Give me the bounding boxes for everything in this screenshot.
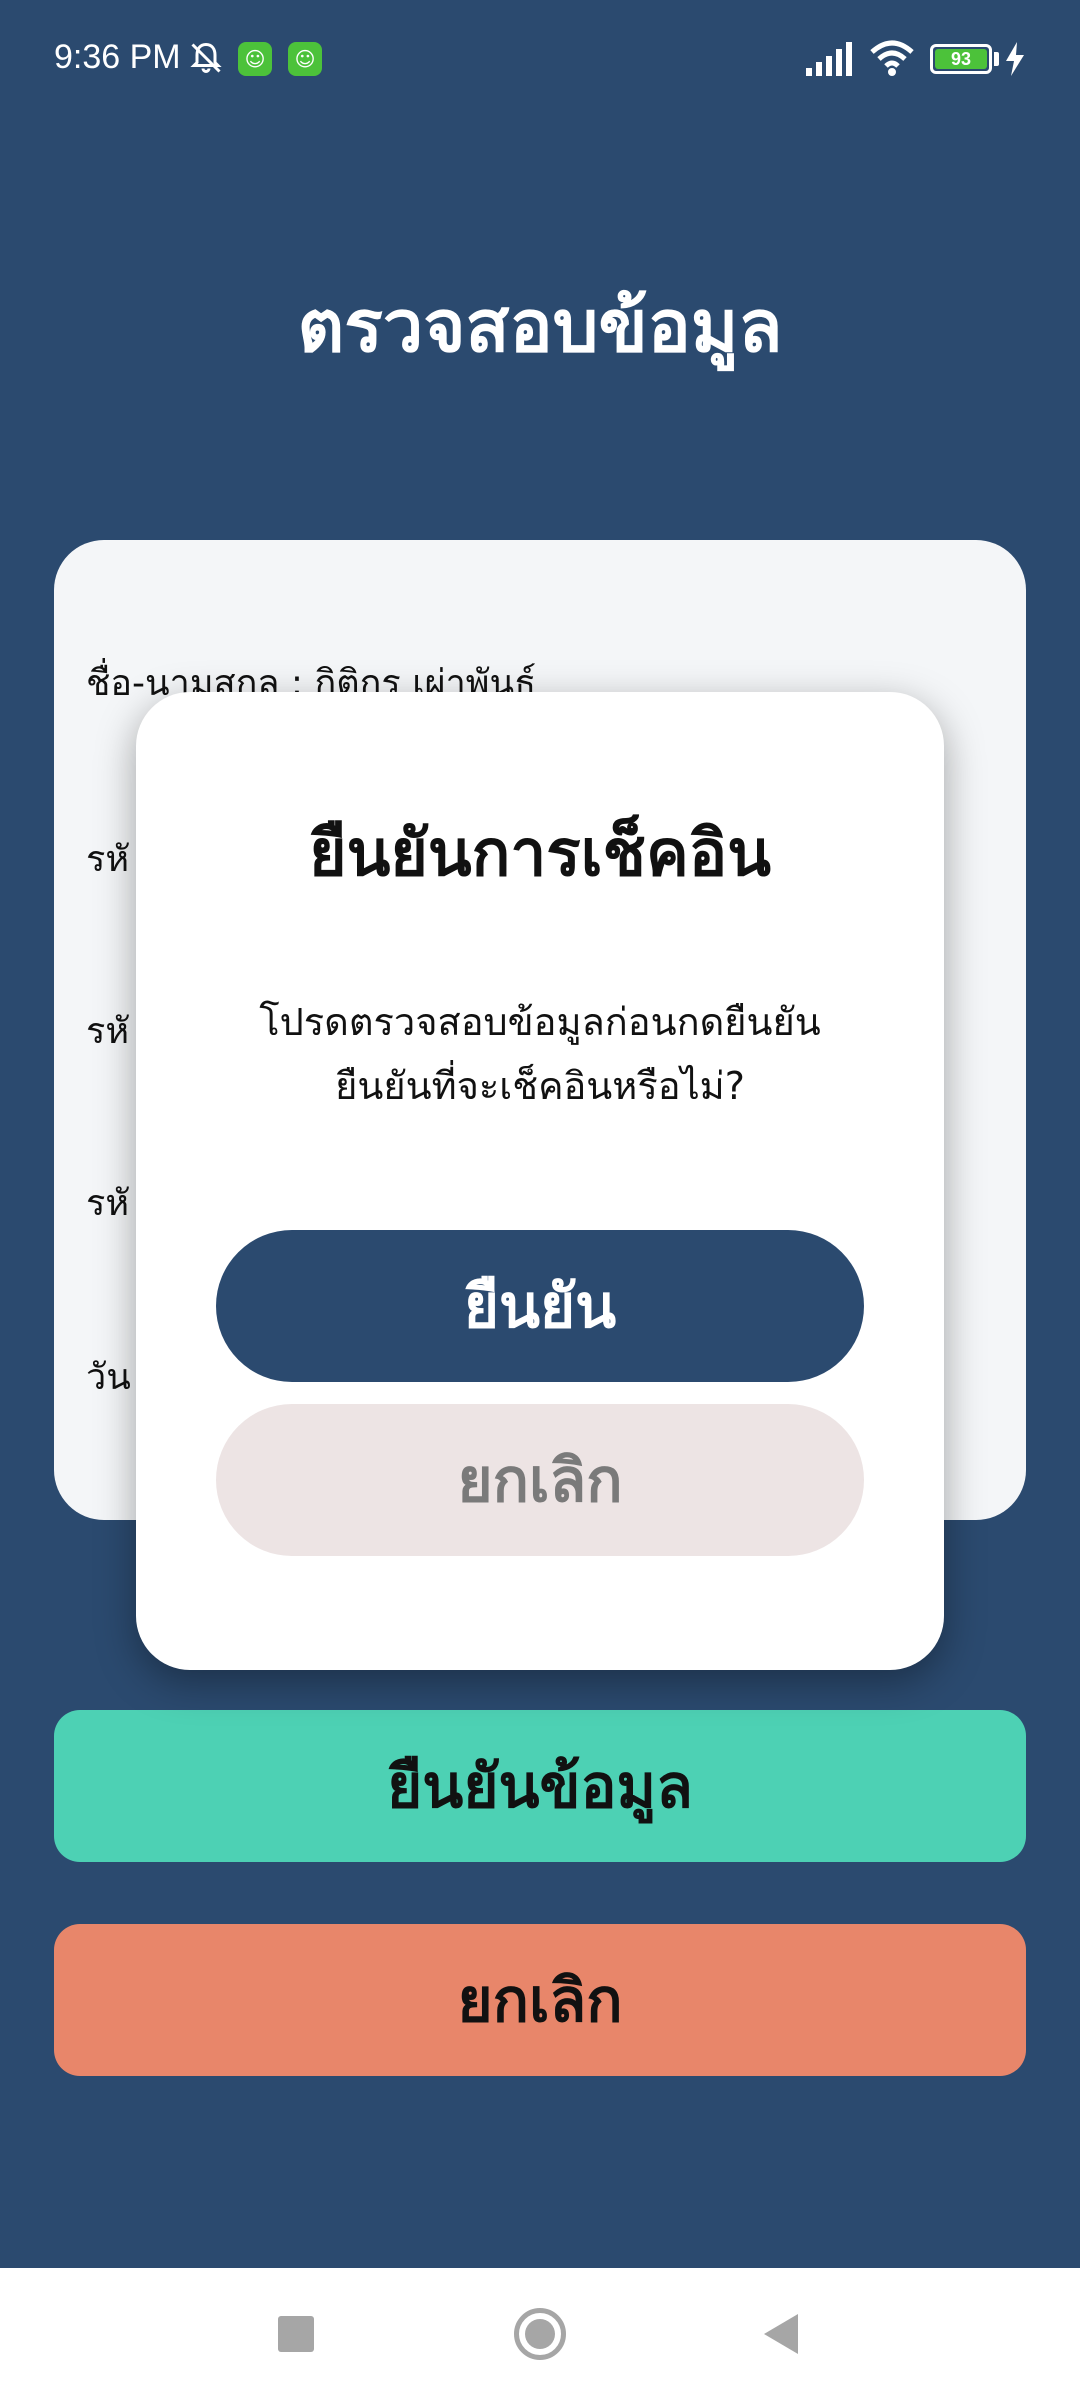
battery-icon: 93 xyxy=(930,44,992,74)
navigation-bar xyxy=(0,2268,1080,2400)
app-notification-icon: ☺ xyxy=(238,42,272,76)
dialog-message-line: ยืนยันที่จะเช็คอินหรือไม่? xyxy=(335,1064,745,1108)
info-row-id: รหั xyxy=(86,839,130,880)
confirm-data-button[interactable]: ยืนยันข้อมูล xyxy=(54,1710,1026,1862)
signal-icon xyxy=(806,42,852,76)
battery-level: 93 xyxy=(935,49,987,69)
info-row-code: รหั xyxy=(86,1183,130,1224)
dialog-title: ยืนยันการเช็คอิน xyxy=(309,817,771,891)
dialog-message: โปรดตรวจสอบข้อมูลก่อนกดยืนยัน ยืนยันที่จ… xyxy=(136,990,944,1118)
battery-tip xyxy=(994,52,999,66)
dialog-cancel-button[interactable]: ยกเลิก xyxy=(216,1404,864,1556)
status-time: 9:36 PM xyxy=(54,38,181,76)
dialog-message-line: โปรดตรวจสอบข้อมูลก่อนกดยืนยัน xyxy=(259,1000,821,1044)
status-bar: 9:36 PM ☺ ☺ 93 xyxy=(0,0,1080,120)
cancel-button[interactable]: ยกเลิก xyxy=(54,1924,1026,2076)
info-row-date: วัน xyxy=(86,1357,131,1398)
recents-icon[interactable] xyxy=(278,2316,314,2352)
info-row-code: รหั xyxy=(86,1011,130,1052)
page-title: ตรวจสอบข้อมูล xyxy=(297,284,783,368)
app-notification-icon: ☺ xyxy=(288,42,322,76)
checkin-confirm-dialog: ยืนยันการเช็คอิน โปรดตรวจสอบข้อมูลก่อนกด… xyxy=(136,692,944,1670)
dialog-confirm-button[interactable]: ยืนยัน xyxy=(216,1230,864,1382)
bell-off-icon xyxy=(190,42,222,73)
charging-icon xyxy=(1006,42,1024,76)
back-icon[interactable] xyxy=(760,2312,800,2356)
wifi-icon xyxy=(870,40,914,76)
home-icon[interactable] xyxy=(514,2308,566,2360)
